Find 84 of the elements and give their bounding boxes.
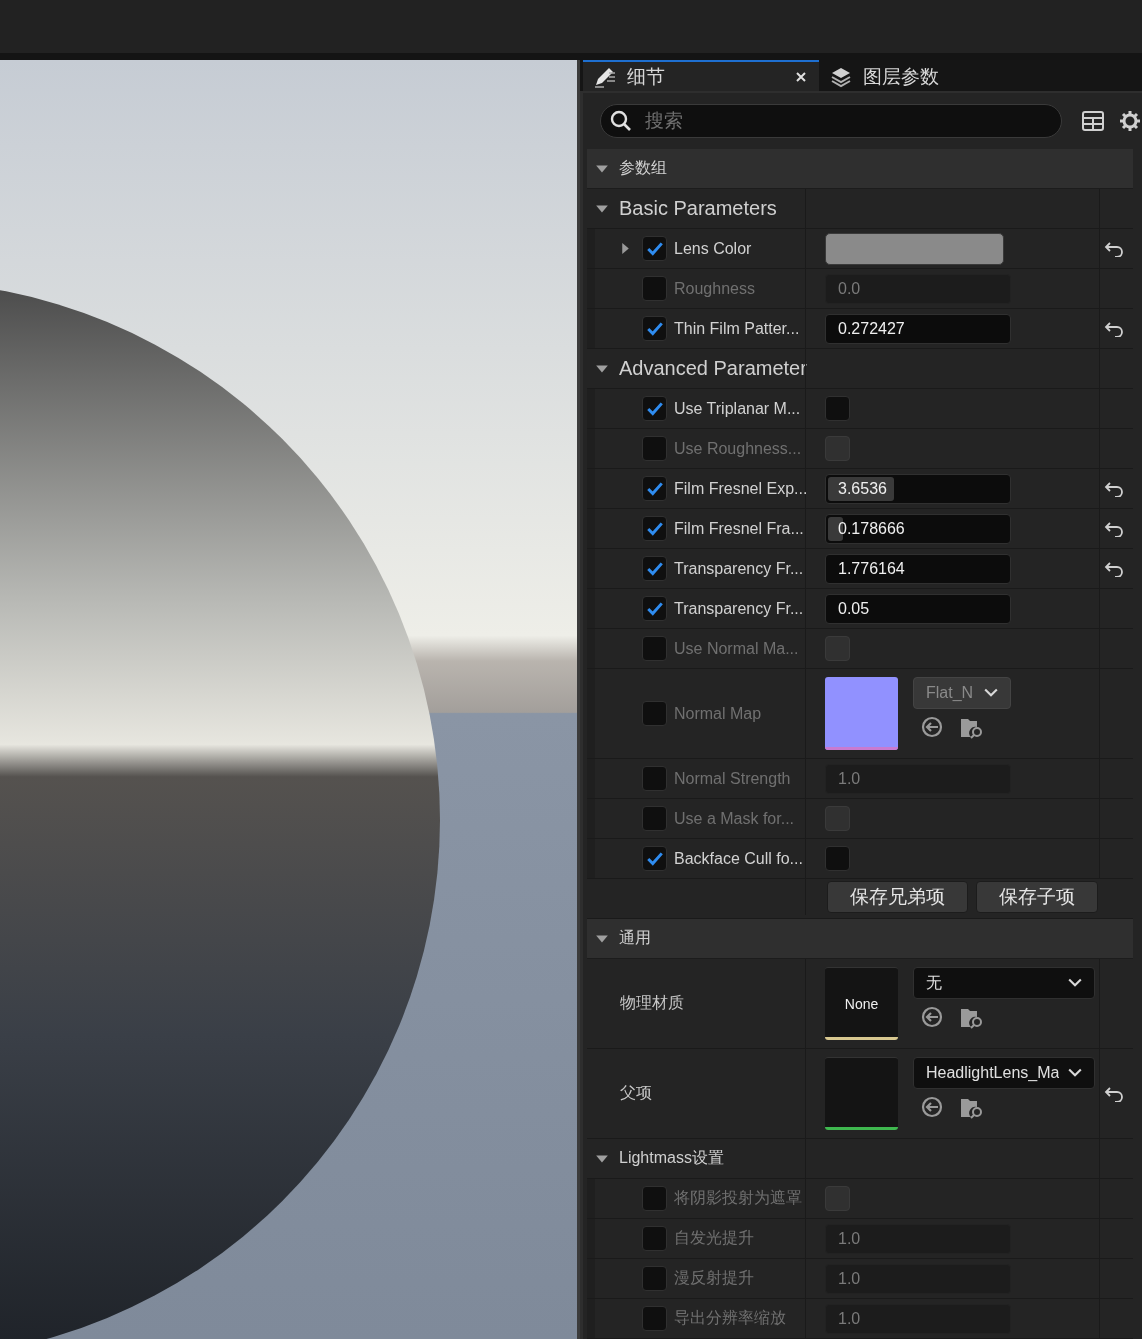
parameter-label: Lens Color: [674, 239, 752, 258]
reset-arrow-icon[interactable]: [1103, 560, 1124, 577]
reset-arrow-icon[interactable]: [1103, 320, 1124, 337]
override-checkbox[interactable]: [642, 516, 667, 541]
parameter-label: 物理材质: [620, 993, 684, 1013]
parameter-label: Use a Mask for...: [674, 809, 795, 828]
chevron-down-icon: [1068, 1068, 1082, 1078]
override-checkbox[interactable]: [642, 806, 667, 831]
number-field[interactable]: 1.0: [825, 1303, 1011, 1334]
override-checkbox[interactable]: [642, 396, 667, 421]
override-checkbox[interactable]: [642, 1186, 667, 1211]
number-field[interactable]: 0.0: [825, 273, 1011, 304]
override-checkbox[interactable]: [642, 766, 667, 791]
use-selected-icon[interactable]: [919, 715, 945, 739]
parameter-label: 将阴影投射为遮罩: [674, 1188, 802, 1208]
asset-dropdown[interactable]: 无: [913, 967, 1095, 999]
panel-tab[interactable]: 细节: [583, 60, 819, 91]
parameter-label: Roughness: [674, 279, 755, 298]
chevron-down-icon: [1068, 978, 1082, 988]
parameter-label: Transparency Fr...: [674, 599, 804, 618]
number-field[interactable]: 1.0: [825, 1223, 1011, 1254]
settings-icon[interactable]: [1118, 109, 1142, 133]
number-field[interactable]: 1.0: [825, 1263, 1011, 1294]
expand-arrow-icon[interactable]: [619, 241, 632, 255]
value-checkbox[interactable]: [825, 396, 850, 421]
parameter-label: 漫反射提升: [674, 1268, 754, 1288]
color-swatch[interactable]: [825, 232, 1004, 265]
parameter-label: 导出分辨率缩放: [674, 1308, 786, 1328]
save-button[interactable]: 保存子项: [976, 880, 1098, 913]
reset-arrow-icon[interactable]: [1103, 1085, 1124, 1102]
use-selected-icon[interactable]: [919, 1095, 945, 1119]
search-icon: [609, 109, 633, 133]
number-field[interactable]: 1.776164: [825, 553, 1011, 584]
asset-thumbnail[interactable]: [825, 1057, 898, 1130]
override-checkbox[interactable]: [642, 1266, 667, 1291]
reset-arrow-icon[interactable]: [1103, 520, 1124, 537]
parameter-label: Film Fresnel Exp...: [674, 479, 808, 498]
number-field[interactable]: 0.05: [825, 593, 1011, 624]
override-checkbox[interactable]: [642, 1306, 667, 1331]
parameter-label: Normal Strength: [674, 769, 791, 788]
reset-arrow-icon[interactable]: [1103, 240, 1124, 257]
override-checkbox[interactable]: [642, 316, 667, 341]
override-checkbox[interactable]: [642, 636, 667, 661]
parameter-label: Transparency Fr...: [674, 559, 804, 578]
override-checkbox[interactable]: [642, 476, 667, 501]
override-checkbox[interactable]: [642, 556, 667, 581]
search-field[interactable]: 搜索: [600, 104, 1062, 138]
group-title: Basic Parameters: [619, 197, 777, 220]
parameter-label: Normal Map: [674, 704, 762, 723]
parameter-label: 父项: [620, 1083, 652, 1103]
panel-tab[interactable]: 图层参数: [819, 60, 1039, 91]
group-title: Advanced Parameter: [619, 357, 807, 380]
override-checkbox[interactable]: [642, 846, 667, 871]
number-field[interactable]: 3.6536: [825, 473, 1011, 504]
override-checkbox[interactable]: [642, 276, 667, 301]
category-header[interactable]: 参数组: [587, 149, 1133, 189]
parameter-label: Film Fresnel Fra...: [674, 519, 804, 538]
override-checkbox[interactable]: [642, 701, 667, 726]
parameter-label: Backface Cull fo...: [674, 849, 803, 868]
use-selected-icon[interactable]: [919, 1005, 945, 1029]
override-checkbox[interactable]: [642, 596, 667, 621]
category-header[interactable]: 通用: [587, 919, 1133, 959]
chevron-down-icon: [984, 688, 998, 698]
parameter-label: Use Roughness...: [674, 439, 802, 458]
parameter-label: Thin Film Patter...: [674, 319, 800, 338]
number-field[interactable]: 1.0: [825, 763, 1011, 794]
search-input[interactable]: 搜索: [643, 109, 1053, 133]
number-field[interactable]: 0.272427: [825, 313, 1011, 344]
group-title: Lightmass设置: [619, 1148, 724, 1168]
number-field[interactable]: 0.178666: [825, 513, 1011, 544]
value-checkbox[interactable]: [825, 846, 850, 871]
parameter-label: Use Triplanar M...: [674, 399, 801, 418]
save-button[interactable]: 保存兄弟项: [827, 880, 968, 913]
override-checkbox[interactable]: [642, 436, 667, 461]
table-icon[interactable]: [1082, 111, 1104, 131]
asset-thumbnail[interactable]: [825, 677, 898, 750]
asset-dropdown[interactable]: HeadlightLens_Ma: [913, 1057, 1095, 1089]
close-icon[interactable]: [795, 70, 807, 83]
asset-thumbnail[interactable]: None: [825, 967, 898, 1040]
parameter-label: Use Normal Ma...: [674, 639, 799, 658]
reset-arrow-icon[interactable]: [1103, 480, 1124, 497]
override-checkbox[interactable]: [642, 236, 667, 261]
override-checkbox[interactable]: [642, 1226, 667, 1251]
parameter-label: 自发光提升: [674, 1228, 754, 1248]
